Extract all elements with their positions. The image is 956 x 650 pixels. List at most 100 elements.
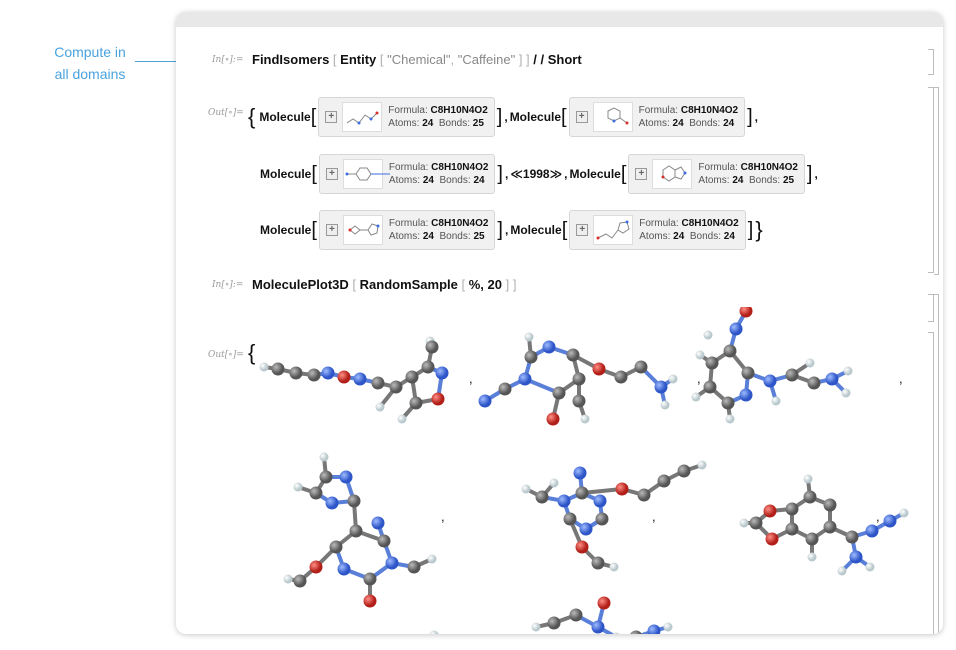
atom [785, 502, 799, 516]
atom [765, 532, 779, 546]
atom [421, 360, 435, 374]
atom [592, 362, 606, 376]
atom [307, 368, 321, 382]
atom [321, 366, 335, 380]
atom [339, 470, 353, 484]
cell-bracket-group1[interactable] [934, 87, 939, 275]
atom [363, 572, 377, 586]
atom [363, 594, 377, 608]
molecule-summary-box[interactable]: + Formula: C8H10N4O2 Atoms: 24 Bonds: 24 [569, 210, 746, 250]
atom [573, 466, 587, 480]
expand-icon[interactable]: + [575, 111, 588, 123]
svg-text:,: , [652, 509, 656, 524]
atom [425, 340, 439, 354]
cell-bracket-group2[interactable] [934, 294, 939, 634]
atom [614, 370, 628, 384]
molecule-thumbnail [593, 215, 634, 245]
formula: C8H10N4O2 [431, 162, 489, 173]
short-function: Short [547, 52, 582, 67]
entity-head: Entity [340, 52, 377, 67]
atom [805, 532, 819, 546]
atom [807, 552, 817, 562]
atom [429, 630, 439, 634]
molecule-summary-box[interactable]: + Formula: C8H10N4O2 Atoms: 24 Bonds: 24 [318, 154, 496, 194]
cell-bracket-out2[interactable] [928, 332, 934, 634]
molecule-3d-6[interactable] [739, 474, 909, 576]
atom [785, 522, 799, 536]
input-cell-2[interactable]: MoleculePlot3D [ RandomSample [ %, 20 ] … [252, 277, 516, 292]
atom [389, 380, 403, 394]
atom [271, 362, 285, 376]
cell-bracket-out1[interactable] [928, 87, 934, 273]
atom-count: 24 [422, 175, 434, 186]
molecule-3d-2[interactable] [478, 332, 678, 426]
molecule-summary-box[interactable]: + Formula: C8H10N4O2 Atoms: 24 Bonds: 25 [628, 154, 805, 194]
molecule-summary-box[interactable]: + Formula: C8H10N4O2 Atoms: 24 Bonds: 25 [318, 210, 496, 250]
inner-function: RandomSample [359, 277, 458, 292]
expand-icon[interactable]: + [635, 168, 648, 180]
molecule-head: Molecule [509, 110, 562, 124]
window-titlebar[interactable] [176, 12, 943, 27]
atom [524, 332, 534, 342]
atom [883, 514, 897, 528]
atom [572, 372, 586, 386]
atom [823, 498, 837, 512]
atom [695, 350, 705, 360]
molecule-3d-3[interactable] [691, 307, 853, 424]
atom [771, 396, 781, 406]
molecule-summary-box[interactable]: + Formula: C8H10N4O2 Atoms: 24 Bonds: 24 [568, 97, 746, 137]
bond-count: 25 [473, 231, 485, 242]
atom [723, 344, 737, 358]
atom [729, 322, 743, 336]
atom [841, 388, 851, 398]
atom [566, 348, 580, 362]
atom [549, 478, 559, 488]
atom [691, 392, 701, 402]
entity-arg-1: "Chemical" [387, 52, 451, 67]
output-row-3: Molecule[ + Formula: C8H10N4O2 Atoms: 24… [260, 210, 767, 250]
atom [375, 402, 385, 412]
molecule-3d-1[interactable] [259, 336, 449, 424]
atom [563, 512, 577, 526]
atom [524, 350, 538, 364]
atom [377, 534, 391, 548]
molecule-3d-7[interactable] [338, 630, 447, 635]
molecule-summary-box[interactable]: + Formula: C8H10N4O2 Atoms: 24 Bonds: 25 [318, 97, 495, 137]
expand-icon[interactable]: + [325, 224, 338, 236]
atom [697, 460, 707, 470]
expand-icon[interactable]: + [325, 111, 338, 123]
atom [823, 520, 837, 534]
atom [637, 488, 651, 502]
molecule-head: Molecule [260, 167, 312, 181]
molecule-3d-8[interactable] [531, 596, 673, 635]
atom [739, 388, 753, 402]
atom [409, 396, 423, 410]
svg-text:,: , [697, 371, 701, 386]
atom [580, 414, 590, 424]
cell-bracket-in1[interactable] [928, 49, 934, 75]
atom [660, 400, 670, 410]
input-cell-1[interactable]: FindIsomers [ Entity [ "Chemical", "Caff… [252, 52, 582, 67]
atom [615, 482, 629, 496]
elided-count[interactable]: ≪1998≫ [510, 167, 562, 181]
expand-icon[interactable]: + [325, 168, 338, 180]
atom [557, 494, 571, 508]
atom [843, 366, 853, 376]
atom [849, 550, 863, 564]
expand-icon[interactable]: + [576, 224, 589, 236]
atom [654, 380, 668, 394]
atom [677, 464, 691, 478]
input-label-2: In[∘]:= [212, 280, 244, 290]
molecule-thumbnail [592, 102, 633, 132]
atom [337, 370, 351, 384]
atom [575, 540, 589, 554]
molecule-3d-4[interactable] [283, 452, 437, 608]
molecule-head: Molecule [260, 223, 312, 237]
annotation-line-2: all domains [54, 66, 126, 82]
molecule-3d-5[interactable] [521, 460, 707, 572]
output-row-2: Molecule[ + Formula: C8H10N4O2 Atoms: 24… [260, 154, 820, 194]
atom [575, 486, 589, 500]
function-name: FindIsomers [252, 52, 330, 67]
atom [807, 376, 821, 390]
atom [763, 504, 777, 518]
